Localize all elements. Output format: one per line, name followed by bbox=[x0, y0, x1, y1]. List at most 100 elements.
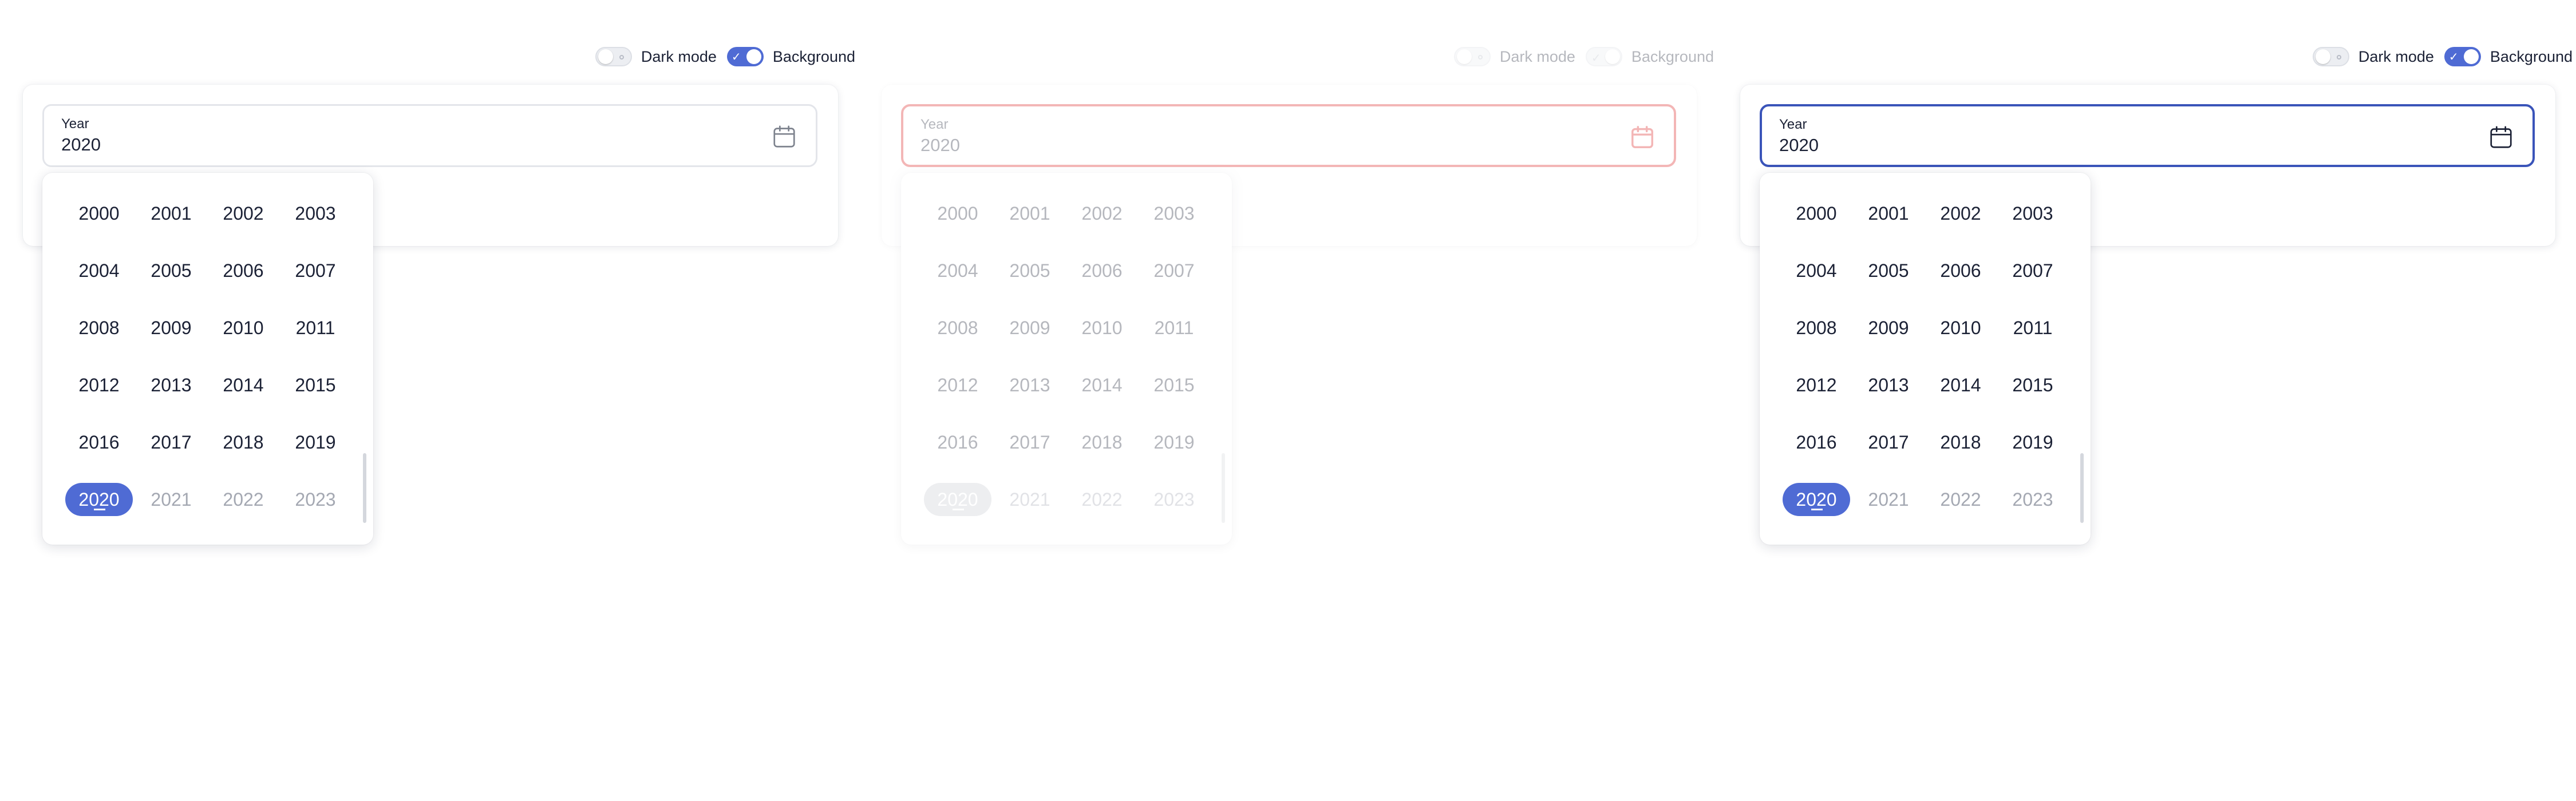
background-toggle[interactable]: ✓ Background bbox=[2444, 47, 2573, 66]
year-option-2017[interactable]: 2017 bbox=[137, 426, 205, 459]
year-option-2002[interactable]: 2002 bbox=[210, 197, 277, 230]
year-option-2011[interactable]: 2011 bbox=[1999, 311, 2067, 344]
scrollbar[interactable] bbox=[1222, 453, 1225, 523]
year-option-2005[interactable]: 2005 bbox=[1855, 254, 1922, 287]
year-option-2004[interactable]: 2004 bbox=[65, 254, 133, 287]
background-switch[interactable]: ✓ bbox=[2444, 47, 2481, 66]
year-option-2010[interactable]: 2010 bbox=[1927, 311, 1994, 344]
scrollbar-thumb[interactable] bbox=[1222, 453, 1225, 523]
year-option-2022[interactable]: 2022 bbox=[1927, 483, 1994, 516]
year-field[interactable]: Year 2020 bbox=[42, 104, 817, 167]
year-option-2009[interactable]: 2009 bbox=[137, 311, 205, 344]
background-label: Background bbox=[772, 47, 855, 65]
year-option-2001[interactable]: 2001 bbox=[1855, 197, 1922, 230]
year-option-2015[interactable]: 2015 bbox=[1999, 368, 2067, 402]
scrollbar[interactable] bbox=[363, 453, 366, 523]
year-option-2015[interactable]: 2015 bbox=[1140, 368, 1208, 402]
year-option-2001[interactable]: 2001 bbox=[137, 197, 205, 230]
year-option-2002[interactable]: 2002 bbox=[1927, 197, 1994, 230]
year-option-2023[interactable]: 2023 bbox=[1999, 483, 2067, 516]
scrollbar[interactable] bbox=[2080, 453, 2084, 523]
year-option-2013[interactable]: 2013 bbox=[996, 368, 1064, 402]
year-option-2005[interactable]: 2005 bbox=[137, 254, 205, 287]
year-option-2014[interactable]: 2014 bbox=[210, 368, 277, 402]
scrollbar-thumb[interactable] bbox=[2080, 453, 2084, 523]
year-option-2011[interactable]: 2011 bbox=[1140, 311, 1208, 344]
year-option-2007[interactable]: 2007 bbox=[1140, 254, 1208, 287]
year-option-2008[interactable]: 2008 bbox=[65, 311, 133, 344]
year-option-2012[interactable]: 2012 bbox=[924, 368, 991, 402]
year-option-2021[interactable]: 2021 bbox=[996, 483, 1064, 516]
year-option-2014[interactable]: 2014 bbox=[1927, 368, 1994, 402]
year-option-2003[interactable]: 2003 bbox=[1140, 197, 1208, 230]
year-option-2016[interactable]: 2016 bbox=[924, 426, 991, 459]
year-option-2012[interactable]: 2012 bbox=[1783, 368, 1850, 402]
year-option-2014[interactable]: 2014 bbox=[1068, 368, 1136, 402]
year-field-label: Year bbox=[1779, 117, 1807, 132]
year-option-2000[interactable]: 2000 bbox=[924, 197, 991, 230]
year-option-2013[interactable]: 2013 bbox=[1855, 368, 1922, 402]
year-option-2009[interactable]: 2009 bbox=[996, 311, 1064, 344]
year-option-2007[interactable]: 2007 bbox=[282, 254, 349, 287]
dark-mode-toggle[interactable]: Dark mode bbox=[1453, 47, 1575, 66]
year-option-2008[interactable]: 2008 bbox=[924, 311, 991, 344]
year-option-2016[interactable]: 2016 bbox=[1783, 426, 1850, 459]
year-option-2011[interactable]: 2011 bbox=[282, 311, 349, 344]
year-option-2010[interactable]: 2010 bbox=[1068, 311, 1136, 344]
year-option-2018[interactable]: 2018 bbox=[1068, 426, 1136, 459]
year-option-2016[interactable]: 2016 bbox=[65, 426, 133, 459]
year-field-value: 2020 bbox=[920, 135, 960, 155]
background-toggle[interactable]: ✓ Background bbox=[1585, 47, 1714, 66]
background-switch[interactable]: ✓ bbox=[726, 47, 764, 66]
dark-mode-switch[interactable] bbox=[2312, 47, 2349, 66]
year-option-2022[interactable]: 2022 bbox=[210, 483, 277, 516]
year-option-2019[interactable]: 2019 bbox=[282, 426, 349, 459]
year-option-2001[interactable]: 2001 bbox=[996, 197, 1064, 230]
year-option-2002[interactable]: 2002 bbox=[1068, 197, 1136, 230]
year-option-2021[interactable]: 2021 bbox=[137, 483, 205, 516]
year-field-value: 2020 bbox=[61, 134, 101, 154]
year-option-2006[interactable]: 2006 bbox=[1068, 254, 1136, 287]
year-option-2004[interactable]: 2004 bbox=[1783, 254, 1850, 287]
year-option-2017[interactable]: 2017 bbox=[1855, 426, 1922, 459]
dark-mode-toggle[interactable]: Dark mode bbox=[595, 47, 717, 66]
year-option-2012[interactable]: 2012 bbox=[65, 368, 133, 402]
year-option-2007[interactable]: 2007 bbox=[1999, 254, 2067, 287]
year-option-2000[interactable]: 2000 bbox=[65, 197, 133, 230]
year-field[interactable]: Year 2020 bbox=[901, 104, 1676, 167]
year-option-2008[interactable]: 2008 bbox=[1783, 311, 1850, 344]
year-option-2022[interactable]: 2022 bbox=[1068, 483, 1136, 516]
year-option-2013[interactable]: 2013 bbox=[137, 368, 205, 402]
year-option-2000[interactable]: 2000 bbox=[1783, 197, 1850, 230]
dark-mode-toggle[interactable]: Dark mode bbox=[2312, 47, 2434, 66]
year-option-2015[interactable]: 2015 bbox=[282, 368, 349, 402]
year-option-2018[interactable]: 2018 bbox=[1927, 426, 1994, 459]
year-option-2018[interactable]: 2018 bbox=[210, 426, 277, 459]
calendar-icon[interactable] bbox=[1629, 124, 1656, 151]
dark-mode-switch[interactable] bbox=[595, 47, 632, 66]
year-option-2006[interactable]: 2006 bbox=[1927, 254, 1994, 287]
year-option-2020[interactable]: 2020 bbox=[924, 483, 991, 516]
year-option-2003[interactable]: 2003 bbox=[1999, 197, 2067, 230]
year-field[interactable]: Year 2020 bbox=[1760, 104, 2535, 167]
calendar-icon[interactable] bbox=[2488, 124, 2514, 151]
background-toggle[interactable]: ✓ Background bbox=[726, 47, 855, 66]
year-option-2006[interactable]: 2006 bbox=[210, 254, 277, 287]
year-option-2023[interactable]: 2023 bbox=[282, 483, 349, 516]
scrollbar-thumb[interactable] bbox=[363, 453, 366, 523]
year-option-2019[interactable]: 2019 bbox=[1999, 426, 2067, 459]
background-switch[interactable]: ✓ bbox=[1585, 47, 1622, 66]
year-option-2019[interactable]: 2019 bbox=[1140, 426, 1208, 459]
calendar-icon[interactable] bbox=[771, 123, 797, 150]
year-option-2003[interactable]: 2003 bbox=[282, 197, 349, 230]
year-option-2005[interactable]: 2005 bbox=[996, 254, 1064, 287]
year-option-2020[interactable]: 2020 bbox=[1783, 483, 1850, 516]
year-option-2010[interactable]: 2010 bbox=[210, 311, 277, 344]
year-option-2023[interactable]: 2023 bbox=[1140, 483, 1208, 516]
year-option-2004[interactable]: 2004 bbox=[924, 254, 991, 287]
year-option-2020[interactable]: 2020 bbox=[65, 483, 133, 516]
year-option-2009[interactable]: 2009 bbox=[1855, 311, 1922, 344]
year-option-2017[interactable]: 2017 bbox=[996, 426, 1064, 459]
year-option-2021[interactable]: 2021 bbox=[1855, 483, 1922, 516]
dark-mode-switch[interactable] bbox=[1453, 47, 1491, 66]
